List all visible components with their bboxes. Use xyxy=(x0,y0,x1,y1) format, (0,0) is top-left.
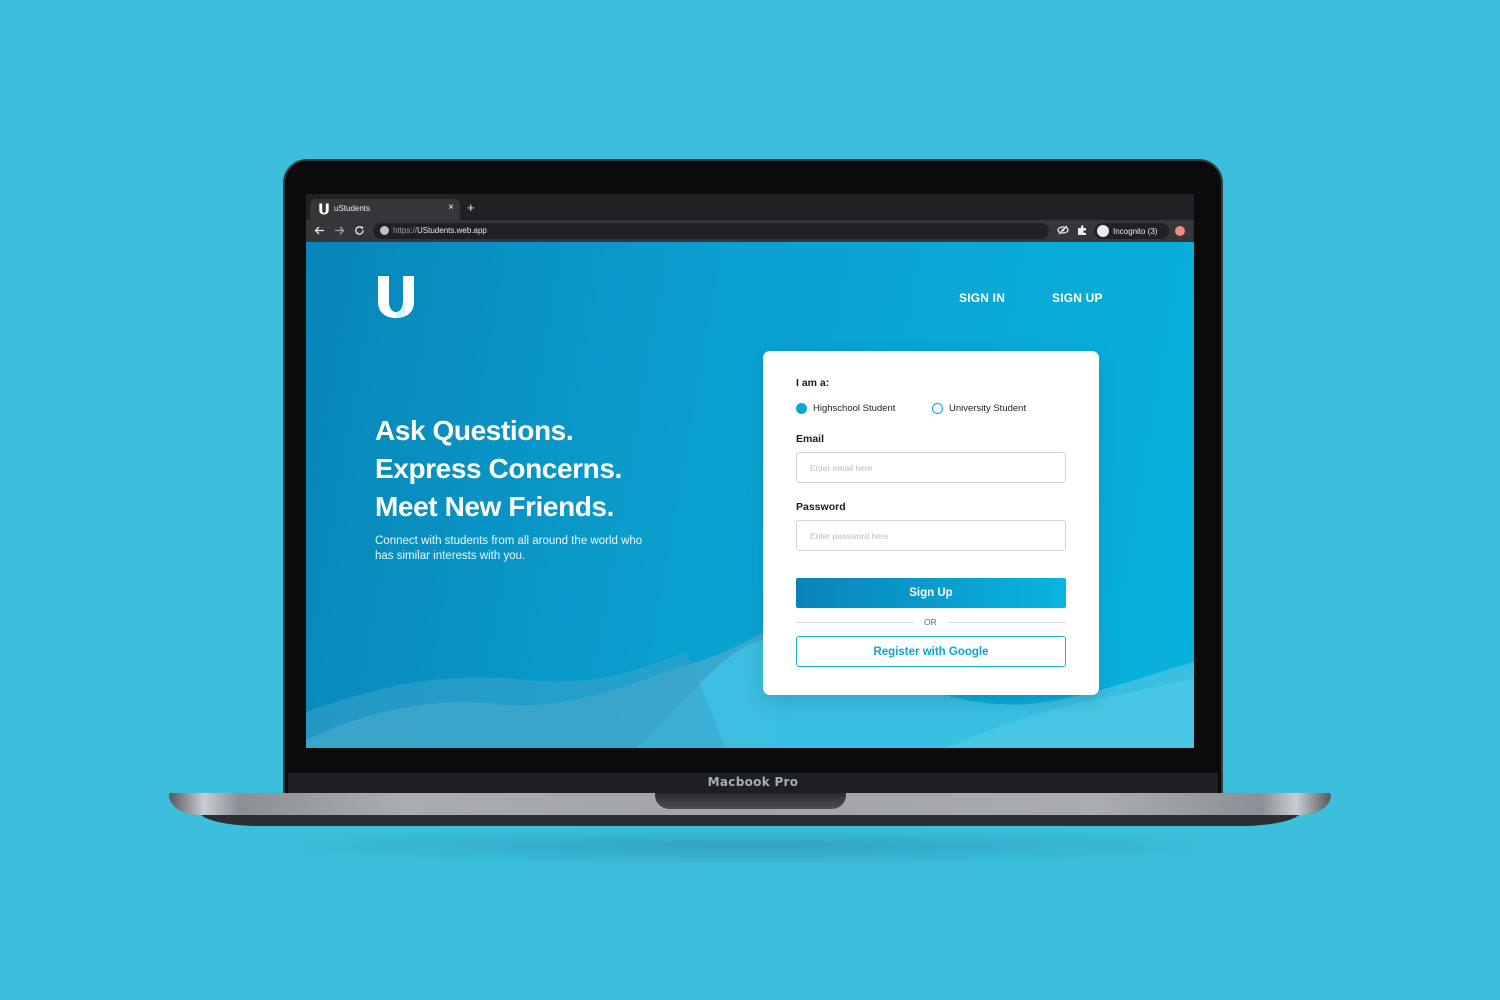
role-label: I am a: xyxy=(796,377,830,389)
email-field[interactable] xyxy=(796,452,1066,483)
site-info-icon[interactable] xyxy=(380,226,389,235)
browser-menu-icon[interactable] xyxy=(1175,226,1185,236)
divider-or-text: OR xyxy=(924,617,937,627)
hero-line-1: Ask Questions. xyxy=(375,415,574,446)
address-bar[interactable]: https://UStudents.web.app xyxy=(373,223,1049,239)
hero-subtitle: Connect with students from all around th… xyxy=(375,535,643,562)
eye-off-icon[interactable] xyxy=(1057,224,1069,236)
radio-university-student[interactable] xyxy=(932,403,943,414)
laptop-shadow xyxy=(230,826,1270,866)
browser-toolbar: https://UStudents.web.app Incognito (3) xyxy=(306,220,1194,242)
tab-close-icon[interactable]: × xyxy=(448,202,454,214)
nav-sign-in-link[interactable]: SIGN IN xyxy=(959,291,1005,305)
hero-headline: Ask Questions. Express Concerns. Meet Ne… xyxy=(375,412,705,526)
laptop-brand-label: Macbook Pro xyxy=(707,775,799,789)
laptop-notch xyxy=(655,793,846,809)
tab-strip: uStudents × + xyxy=(306,194,1194,220)
ustudents-favicon-icon xyxy=(319,203,329,215)
extensions-puzzle-icon[interactable] xyxy=(1076,224,1088,236)
browser-window: uStudents × + https://UStudents.web.app xyxy=(306,194,1194,748)
register-with-google-button[interactable]: Register with Google xyxy=(796,636,1066,667)
email-label: Email xyxy=(796,433,825,445)
radio-highschool-label[interactable]: Highschool Student xyxy=(813,403,895,414)
signup-card: I am a: Highschool Student University St… xyxy=(763,351,1099,695)
hero-line-2: Express Concerns. xyxy=(375,453,622,484)
radio-university-label[interactable]: University Student xyxy=(949,403,1026,414)
password-label: Password xyxy=(796,501,846,513)
incognito-icon xyxy=(1097,225,1109,237)
sign-up-button[interactable]: Sign Up xyxy=(796,578,1066,608)
back-arrow-icon[interactable] xyxy=(314,225,325,236)
password-field[interactable] xyxy=(796,520,1066,551)
url-scheme: https:// xyxy=(393,226,418,235)
incognito-profile-button[interactable]: Incognito (3) xyxy=(1094,223,1169,239)
reload-icon[interactable] xyxy=(354,225,365,236)
divider-line-right xyxy=(948,622,1066,623)
incognito-label: Incognito (3) xyxy=(1113,227,1158,236)
tab-title: uStudents xyxy=(334,204,371,213)
ustudents-logo xyxy=(378,276,414,318)
forward-arrow-icon[interactable] xyxy=(334,225,345,236)
url-text: https://UStudents.web.app xyxy=(393,226,487,235)
url-host: UStudents.web.app xyxy=(417,226,487,235)
new-tab-plus-icon[interactable]: + xyxy=(467,201,475,215)
browser-tab[interactable]: uStudents × xyxy=(310,199,460,220)
nav-sign-up-link[interactable]: SIGN UP xyxy=(1052,291,1103,305)
hero-line-3: Meet New Friends. xyxy=(375,491,615,522)
radio-highschool-student[interactable] xyxy=(796,403,807,414)
page-content: SIGN IN SIGN UP Ask Questions. Express C… xyxy=(306,242,1194,748)
divider-line-left xyxy=(796,622,914,623)
